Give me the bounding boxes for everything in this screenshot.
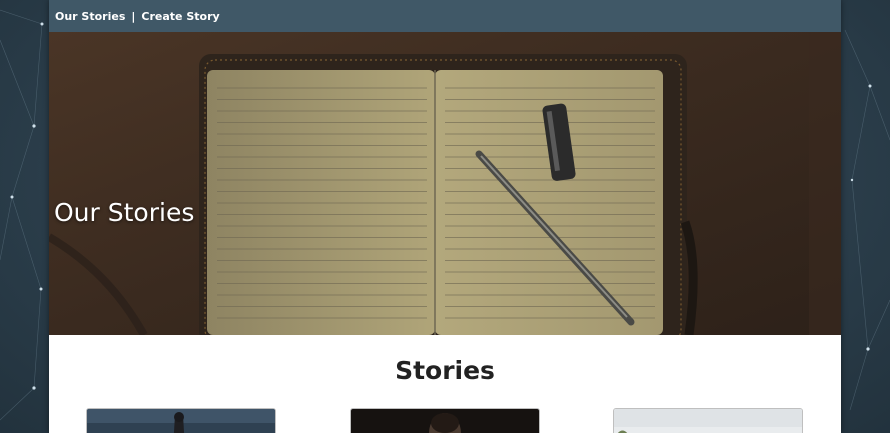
story-card-image: [351, 409, 539, 433]
nav-link-our-stories[interactable]: Our Stories: [55, 10, 125, 23]
top-navbar: Our Stories | Create Story: [49, 0, 841, 32]
story-card[interactable]: [350, 408, 540, 433]
nav-separator: |: [131, 9, 136, 23]
hero-image: [49, 32, 841, 335]
story-card[interactable]: [613, 408, 803, 433]
story-card[interactable]: [86, 408, 276, 433]
nav-link-create-story[interactable]: Create Story: [141, 10, 219, 23]
stories-heading: Stories: [395, 356, 495, 385]
hero-title: Our Stories: [54, 198, 195, 227]
story-card-image: [87, 409, 275, 433]
hero-banner: Our Stories: [49, 32, 841, 335]
story-card-image: [614, 409, 802, 433]
page-container: Our Stories | Create Story Our Stories S…: [49, 0, 841, 433]
